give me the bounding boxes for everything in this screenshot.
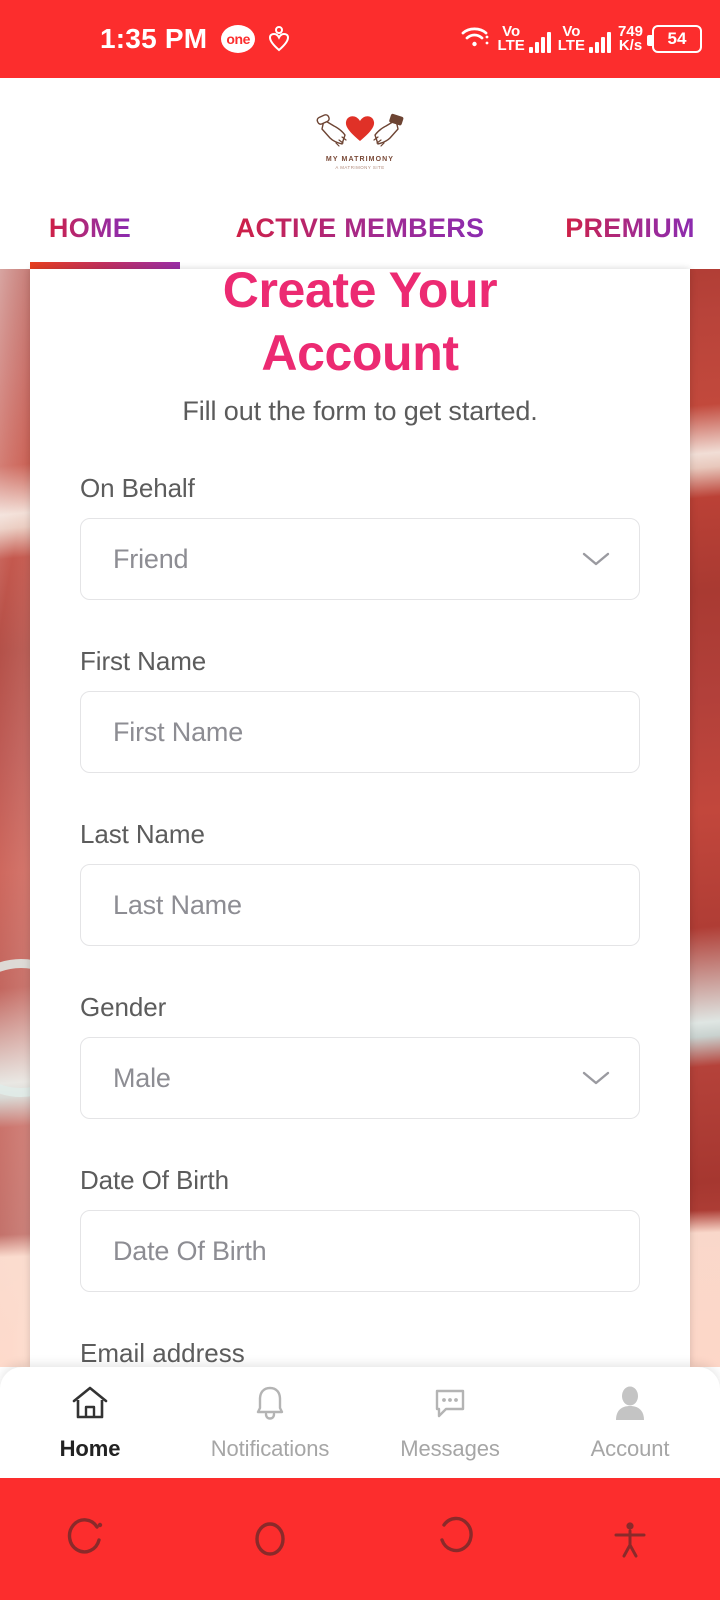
bottom-navigation-bar: Home Notifications Messages Account: [0, 1367, 720, 1478]
last-name-input[interactable]: Last Name: [80, 864, 640, 946]
nav-item-notifications[interactable]: Notifications: [180, 1384, 360, 1462]
status-bar-left: 1:35 PM one: [100, 23, 290, 54]
battery-icon: 54: [647, 25, 702, 53]
couple-heart-logo-icon: [316, 113, 404, 147]
field-date-of-birth: Date Of Birth Date Of Birth: [80, 1165, 640, 1292]
page-title-line2: Account: [261, 324, 459, 381]
nav-item-messages-label: Messages: [400, 1435, 500, 1461]
main-tab-bar: HOME ACTIVE MEMBERS PREMIUM: [0, 203, 720, 269]
nav-item-home[interactable]: Home: [0, 1384, 180, 1462]
chevron-down-icon: [581, 550, 611, 568]
field-gender-label: Gender: [80, 992, 167, 1022]
logo-tagline-text: A MATRIMONY SITE: [335, 165, 385, 170]
sim2-volte-label: Vo LTE: [557, 23, 585, 54]
wifi-icon: [461, 24, 491, 55]
nav-item-home-label: Home: [59, 1435, 121, 1461]
first-name-placeholder: First Name: [113, 716, 244, 747]
tab-home-label: HOME: [48, 213, 132, 243]
heart-icon: [269, 26, 290, 52]
field-first-name: First Name First Name: [80, 646, 640, 773]
back-icon[interactable]: [360, 1516, 540, 1562]
field-last-name: Last Name Last Name: [80, 819, 640, 946]
message-icon: [430, 1384, 470, 1427]
system-navigation-bar: [0, 1478, 720, 1600]
app-root: 1:35 PM one Vo LTE Vo LTE 749 K/s 54 MY …: [0, 0, 720, 1600]
field-first-name-label: First Name: [80, 646, 207, 676]
tab-premium-label: PREMIUM: [565, 213, 695, 243]
field-gender: Gender Male: [80, 992, 640, 1119]
on-behalf-select[interactable]: Friend: [80, 518, 640, 600]
accessibility-icon[interactable]: [540, 1516, 720, 1562]
tab-premium[interactable]: PREMIUM: [540, 203, 720, 269]
field-on-behalf-label: On Behalf: [80, 473, 195, 503]
sim1-volte-label: Vo LTE: [497, 23, 525, 54]
sim2-volte-indicator: Vo LTE: [557, 23, 611, 54]
nav-item-notifications-label: Notifications: [210, 1435, 330, 1461]
status-bar-right: Vo LTE Vo LTE 749 K/s 54: [461, 24, 702, 55]
bell-icon: [250, 1384, 290, 1427]
home-circle-icon[interactable]: [180, 1516, 360, 1562]
last-name-placeholder: Last Name: [113, 889, 242, 920]
gender-select[interactable]: Male: [80, 1037, 640, 1119]
tab-active-members-label: ACTIVE MEMBERS: [235, 213, 485, 243]
tab-active-members[interactable]: ACTIVE MEMBERS: [180, 203, 540, 269]
recents-icon[interactable]: [0, 1516, 180, 1562]
page-title-line1: Create Your: [222, 269, 498, 318]
person-icon: [610, 1384, 650, 1427]
sim2-signal-bars: [588, 31, 611, 53]
sim1-volte-indicator: Vo LTE: [497, 23, 551, 54]
home-icon: [70, 1384, 110, 1427]
field-on-behalf: On Behalf Friend: [80, 473, 640, 600]
field-email-address-label: Email address: [80, 1338, 245, 1367]
first-name-input[interactable]: First Name: [80, 691, 640, 773]
carrier-one-badge: one: [221, 25, 256, 53]
network-speed-indicator: 749 K/s: [617, 22, 643, 54]
nav-item-account-label: Account: [590, 1435, 670, 1461]
status-bar: 1:35 PM one Vo LTE Vo LTE 749 K/s 54: [0, 0, 720, 78]
on-behalf-value: Friend: [113, 543, 189, 574]
signup-form-scroll[interactable]: Create Your Account Fill out the form to…: [30, 269, 690, 1367]
page-subtitle: Fill out the form to get started.: [182, 396, 538, 426]
battery-level-text: 54: [667, 29, 687, 48]
app-header: MY MATRIMONY A MATRIMONY SITE: [0, 78, 720, 203]
tab-active-indicator: [30, 262, 180, 269]
nav-item-account[interactable]: Account: [540, 1384, 720, 1462]
signup-form-card: Create Your Account Fill out the form to…: [30, 269, 690, 1367]
field-last-name-label: Last Name: [80, 819, 205, 849]
date-of-birth-input[interactable]: Date Of Birth: [80, 1210, 640, 1292]
chevron-down-icon: [581, 1069, 611, 1087]
status-bar-clock: 1:35 PM: [100, 23, 208, 54]
app-logo[interactable]: MY MATRIMONY A MATRIMONY SITE: [295, 111, 425, 170]
logo-name-text: MY MATRIMONY: [325, 156, 395, 163]
gender-value: Male: [113, 1062, 171, 1093]
sim1-signal-bars: [528, 31, 551, 53]
field-date-of-birth-label: Date Of Birth: [80, 1165, 229, 1195]
tab-home[interactable]: HOME: [0, 203, 180, 269]
date-of-birth-placeholder: Date Of Birth: [113, 1235, 267, 1266]
nav-item-messages[interactable]: Messages: [360, 1384, 540, 1462]
page-title: Create Your Account: [80, 269, 640, 384]
